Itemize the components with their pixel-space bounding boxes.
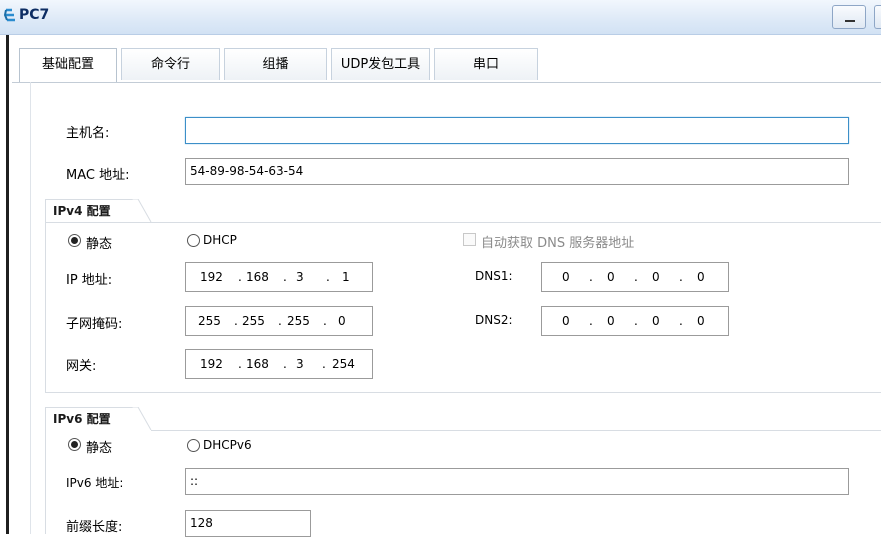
octet: 0 <box>607 270 615 284</box>
octet: 192 <box>200 357 223 371</box>
tab-multicast[interactable]: 组播 <box>224 48 327 80</box>
octet: 0 <box>652 314 660 328</box>
dot: . <box>322 357 326 371</box>
ipv4-dhcp-radio[interactable] <box>187 234 200 247</box>
ipv4-group-tab-edge <box>132 199 152 222</box>
octet: 255 <box>198 314 221 328</box>
tab-strip: 基础配置 命令行 组播 UDP发包工具 串口 <box>12 48 881 83</box>
octet: 255 <box>242 314 265 328</box>
ipv4-group-top-edge <box>151 222 881 223</box>
octet: 0 <box>607 314 615 328</box>
tab-command-line[interactable]: 命令行 <box>121 48 220 80</box>
octet: 254 <box>332 357 355 371</box>
ipv6-group-top-edge <box>151 430 881 431</box>
dot: . <box>323 314 327 328</box>
octet: 0 <box>697 270 705 284</box>
tab-label: 命令行 <box>150 57 190 72</box>
octet: 1 <box>342 270 350 284</box>
dot: . <box>283 357 287 371</box>
mask-input[interactable]: 255 . 255 . 255 . 0 <box>185 306 373 336</box>
prefix-length-label: 前缀长度: <box>66 520 123 535</box>
dot: . <box>589 314 593 328</box>
octet: 0 <box>652 270 660 284</box>
ipv6-static-radio[interactable] <box>68 438 81 451</box>
ipv4-group-title: IPv4 配置 <box>45 199 133 222</box>
ipv4-ip-label: IP 地址: <box>66 273 113 288</box>
mask-label: 子网掩码: <box>66 317 123 332</box>
ipv4-ip-input[interactable]: 192 . 168 . 3 . 1 <box>185 262 373 292</box>
ipv6-group-title: IPv6 配置 <box>45 407 133 430</box>
octet: 168 <box>246 357 269 371</box>
ipv6-group-tab-edge <box>132 407 152 430</box>
gateway-input[interactable]: 192 . 168 . 3 . 254 <box>185 349 373 379</box>
octet: 168 <box>246 270 269 284</box>
dot: . <box>634 314 638 328</box>
tab-serial[interactable]: 串口 <box>434 48 538 80</box>
ipv4-group <box>45 222 881 393</box>
dns1-input[interactable]: 0 . 0 . 0 . 0 <box>541 262 729 292</box>
dns1-label: DNS1: <box>475 269 513 283</box>
tab-label: 基础配置 <box>41 57 94 72</box>
dot: . <box>234 314 238 328</box>
ipv4-static-label: 静态 <box>86 237 113 252</box>
minimize-icon <box>845 20 855 22</box>
dot: . <box>679 270 683 284</box>
dns2-label: DNS2: <box>475 313 513 327</box>
tab-basic-config[interactable]: 基础配置 <box>19 48 117 82</box>
minimize-button[interactable] <box>832 5 866 29</box>
ipv4-dhcp-label: DHCP <box>203 233 237 247</box>
octet: 192 <box>200 270 223 284</box>
dns2-input[interactable]: 0 . 0 . 0 . 0 <box>541 306 729 336</box>
dot: . <box>283 270 287 284</box>
window-title: PC7 <box>19 7 50 23</box>
ipv4-group-left-edge <box>45 199 46 223</box>
octet: 255 <box>287 314 310 328</box>
octet: 3 <box>296 357 304 371</box>
dot: . <box>589 270 593 284</box>
tab-udp-tool[interactable]: UDP发包工具 <box>331 48 430 80</box>
octet: 0 <box>338 314 346 328</box>
ipv6-ip-input[interactable]: :: <box>185 468 849 495</box>
dot: . <box>634 270 638 284</box>
tab-label: 串口 <box>472 57 499 72</box>
hostname-label: 主机名: <box>66 126 110 141</box>
ipv4-static-radio[interactable] <box>68 234 81 247</box>
network-pc-icon <box>3 7 19 25</box>
dot: . <box>238 270 242 284</box>
auto-dns-checkbox[interactable] <box>463 233 476 246</box>
left-window-border <box>0 35 9 534</box>
mac-input[interactable]: 54-89-98-54-63-54 <box>185 158 849 185</box>
octet: 0 <box>562 314 570 328</box>
ipv6-dhcp-radio[interactable] <box>187 439 200 452</box>
dot: . <box>278 314 282 328</box>
dot: . <box>238 357 242 371</box>
tab-label: 组播 <box>262 57 289 72</box>
maximize-button[interactable] <box>874 5 881 29</box>
prefix-length-input[interactable]: 128 <box>185 510 311 537</box>
dot: . <box>326 270 330 284</box>
dot: . <box>679 314 683 328</box>
ipv6-dhcp-label: DHCPv6 <box>203 438 252 452</box>
octet: 0 <box>562 270 570 284</box>
mac-label: MAC 地址: <box>66 168 130 183</box>
gateway-label: 网关: <box>66 359 97 374</box>
octet: 0 <box>697 314 705 328</box>
auto-dns-label: 自动获取 DNS 服务器地址 <box>481 236 635 251</box>
ipv6-static-label: 静态 <box>86 441 113 456</box>
tab-label: UDP发包工具 <box>340 57 421 72</box>
title-bar: PC7 <box>0 0 881 35</box>
hostname-input[interactable] <box>185 117 849 144</box>
octet: 3 <box>296 270 304 284</box>
ipv6-ip-label: IPv6 地址: <box>66 476 124 490</box>
